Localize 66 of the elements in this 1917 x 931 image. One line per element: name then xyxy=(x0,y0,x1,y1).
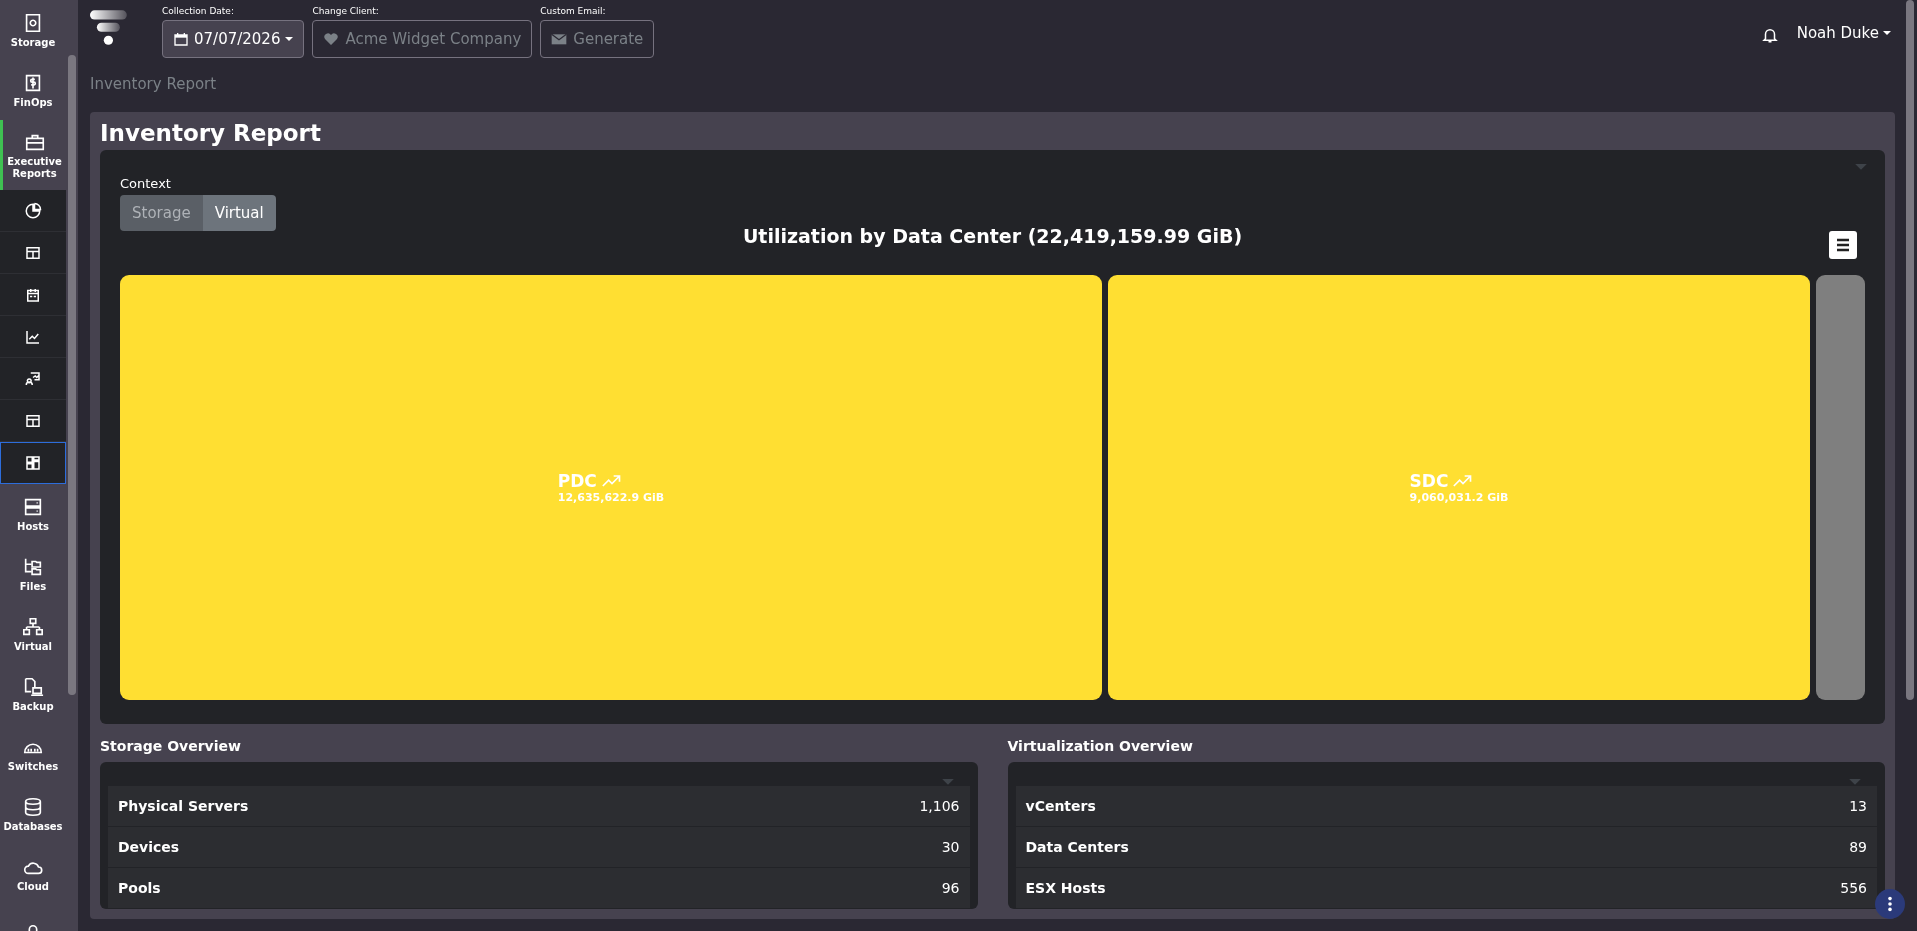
heart-icon xyxy=(323,31,340,47)
context-toggle[interactable]: Virtual xyxy=(202,195,276,231)
more-options-button[interactable] xyxy=(1875,889,1905,919)
sidebar-item[interactable]: Switches xyxy=(0,724,66,784)
trend-up-icon xyxy=(601,475,622,487)
sidebar-icon xyxy=(22,615,44,638)
treemap-tile[interactable] xyxy=(1816,275,1865,700)
menu-button[interactable] xyxy=(1829,231,1857,259)
generate-button[interactable]: Generate xyxy=(540,20,655,58)
calendar-icon xyxy=(173,31,189,47)
sidebar-item[interactable]: Files xyxy=(0,544,66,604)
sidebar-item[interactable]: Cloud xyxy=(0,844,66,904)
sidebar-subitem[interactable] xyxy=(0,358,66,400)
tile-value: 9,060,031.2 GiB xyxy=(1409,491,1509,504)
sidebar-icon xyxy=(22,675,44,698)
caret-icon xyxy=(285,36,294,42)
breadcrumb: Inventory Report xyxy=(90,74,218,95)
row-label: ESX Hosts xyxy=(1025,880,1106,896)
sidebar-icon xyxy=(22,795,44,818)
scrollbar-thumb[interactable] xyxy=(1906,0,1914,700)
envelope-icon xyxy=(551,31,568,47)
client-button[interactable]: Acme Widget Company xyxy=(312,20,533,58)
row-label: Physical Servers xyxy=(118,798,249,814)
sidebar-item[interactable]: Virtual xyxy=(0,604,66,664)
field-label: Custom Email: xyxy=(540,6,607,16)
row-value: 13 xyxy=(1849,798,1867,814)
sidebar-icon xyxy=(24,369,42,388)
sidebar-subitem[interactable] xyxy=(0,316,66,358)
sidebar-subitem[interactable] xyxy=(0,274,66,316)
sidebar-item[interactable]: Hosts xyxy=(0,484,66,544)
scrollbar-thumb[interactable] xyxy=(68,55,76,695)
chart-title: Utilization by Data Center (22,419,159.99 GiB) xyxy=(742,225,1243,247)
row-label: vCenters xyxy=(1025,798,1096,814)
trend-up-icon xyxy=(1453,475,1474,487)
tile-name: PDC xyxy=(557,471,597,491)
sidebar-subitem[interactable] xyxy=(0,232,66,274)
sidebar-item[interactable]: Backup xyxy=(0,664,66,724)
page-title: Inventory Report xyxy=(100,120,322,146)
row-value: 89 xyxy=(1849,839,1867,855)
sidebar-subitem[interactable] xyxy=(0,442,66,484)
row-value: 96 xyxy=(941,880,960,896)
date-dropdown[interactable]: 07/07/2026 xyxy=(162,20,305,58)
sidebar-item[interactable]: Storage xyxy=(0,0,66,60)
section-title: Storage Overview xyxy=(100,738,242,754)
sidebar-icon xyxy=(24,201,42,220)
sidebar-icon xyxy=(24,454,42,472)
row-value: 1,106 xyxy=(919,798,960,814)
sidebar-subitem[interactable] xyxy=(0,190,66,232)
notification-bell-icon[interactable] xyxy=(1760,26,1779,44)
sidebar-item[interactable]: Databases xyxy=(0,784,66,844)
field-label: Change Client: xyxy=(312,6,380,16)
section-title: Virtualization Overview xyxy=(1007,738,1194,754)
user-menu[interactable]: Noah Duke xyxy=(1786,24,1895,42)
sidebar-item[interactable]: FinOps xyxy=(0,60,66,120)
caret-icon xyxy=(1883,30,1891,36)
row-value: 556 xyxy=(1840,880,1867,896)
row-label: Devices xyxy=(118,839,180,855)
row-value: 30 xyxy=(941,839,960,855)
row-label: Data Centers xyxy=(1025,839,1129,855)
kebab-icon xyxy=(1887,895,1893,913)
tile-name: SDC xyxy=(1409,471,1449,491)
sidebar-subitem[interactable] xyxy=(0,400,66,442)
tile-value: 12,635,622.9 GiB xyxy=(557,491,665,504)
row-label: Pools xyxy=(118,880,161,896)
context-label: Context xyxy=(120,176,172,191)
field-label: Collection Date: xyxy=(162,6,235,16)
